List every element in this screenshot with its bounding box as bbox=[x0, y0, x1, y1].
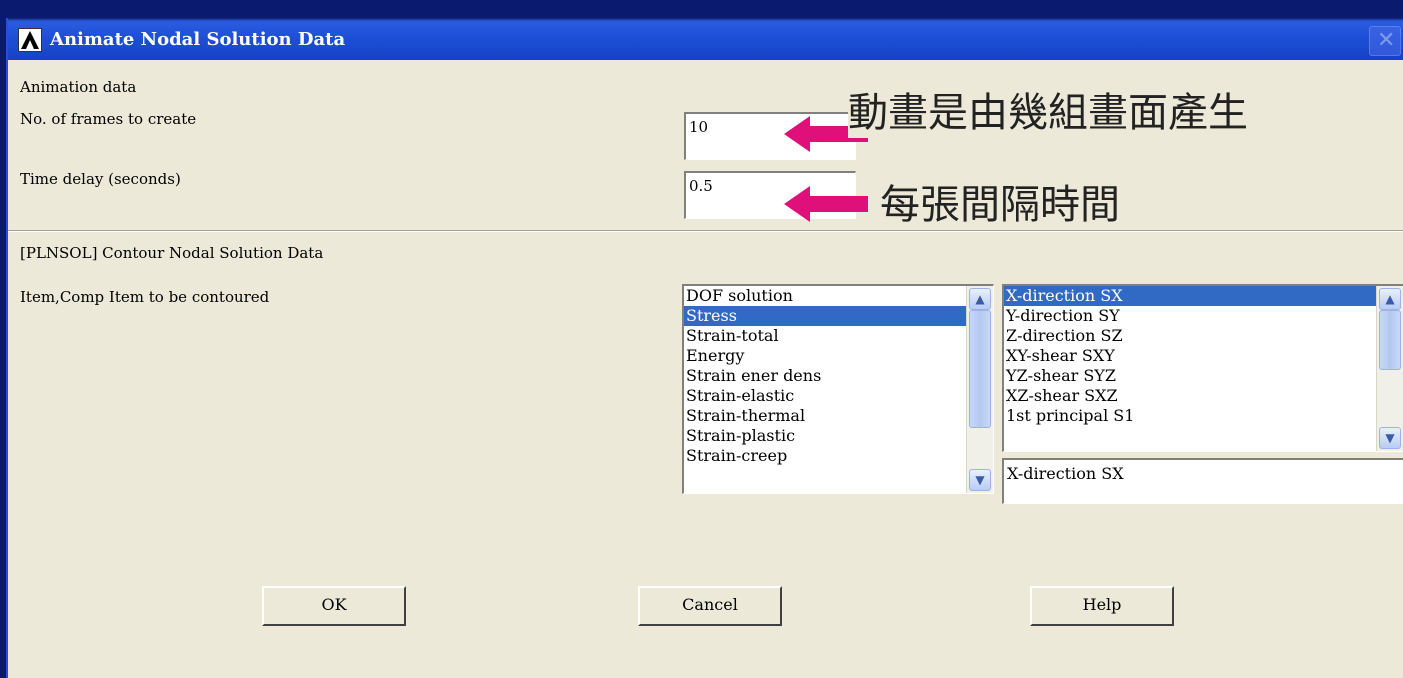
scroll-thumb[interactable] bbox=[969, 310, 991, 428]
component-listbox[interactable]: X-direction SX Y-direction SY Z-direction … bbox=[1002, 284, 1403, 452]
list-item[interactable]: X-direction SX bbox=[1004, 286, 1377, 306]
delay-arrow-icon bbox=[784, 186, 868, 222]
window-title: Animate Nodal Solution Data bbox=[50, 29, 346, 50]
list-item[interactable]: DOF solution bbox=[684, 286, 967, 306]
frames-label: No. of frames to create bbox=[20, 110, 197, 128]
title-bar[interactable]: Animate Nodal Solution Data ✕ bbox=[8, 18, 1403, 60]
ok-button[interactable]: OK bbox=[262, 586, 406, 626]
list-item[interactable]: XY-shear SXY bbox=[1004, 346, 1377, 366]
component-scrollbar[interactable]: ▲ ▼ bbox=[1376, 286, 1403, 451]
list-item[interactable]: Y-direction SY bbox=[1004, 306, 1377, 326]
list-item[interactable]: YZ-shear SYZ bbox=[1004, 366, 1377, 386]
list-item[interactable]: Strain-plastic bbox=[684, 426, 967, 446]
scroll-down-icon[interactable]: ▼ bbox=[969, 469, 991, 491]
delay-annotation: 每張間隔時間 bbox=[880, 182, 1120, 228]
list-item[interactable]: Strain-elastic bbox=[684, 386, 967, 406]
item-label: Item,Comp Item to be contoured bbox=[20, 288, 270, 306]
help-button[interactable]: Help bbox=[1030, 586, 1174, 626]
scroll-up-icon[interactable]: ▲ bbox=[969, 288, 991, 310]
list-item[interactable]: 1st principal S1 bbox=[1004, 406, 1377, 426]
delay-label: Time delay (seconds) bbox=[20, 170, 181, 188]
section-divider bbox=[8, 230, 1403, 232]
list-item[interactable]: Strain-thermal bbox=[684, 406, 967, 426]
list-item[interactable]: Strain-creep bbox=[684, 446, 967, 466]
close-icon: ✕ bbox=[1377, 28, 1396, 53]
close-button[interactable]: ✕ bbox=[1369, 26, 1401, 56]
scroll-down-icon[interactable]: ▼ bbox=[1379, 427, 1401, 449]
dialog-window: Animate Nodal Solution Data ✕ Animation … bbox=[6, 18, 1403, 678]
component-selection-field[interactable]: X-direction SX bbox=[1002, 458, 1403, 504]
list-item[interactable]: Z-direction SZ bbox=[1004, 326, 1377, 346]
list-item[interactable]: Stress bbox=[684, 306, 967, 326]
ansys-logo-icon bbox=[18, 28, 42, 52]
cancel-button[interactable]: Cancel bbox=[638, 586, 782, 626]
item-scrollbar[interactable]: ▲ ▼ bbox=[966, 286, 993, 493]
scroll-thumb[interactable] bbox=[1379, 310, 1401, 370]
frames-annotation: 動畫是由幾組畫面產生 bbox=[848, 88, 1248, 138]
item-listbox[interactable]: DOF solution Stress Strain-total Energy Stra… bbox=[682, 284, 994, 494]
list-item[interactable]: XZ-shear SXZ bbox=[1004, 386, 1377, 406]
animation-section-header: Animation data bbox=[20, 78, 137, 96]
scroll-up-icon[interactable]: ▲ bbox=[1379, 288, 1401, 310]
contour-section-header: [PLNSOL] Contour Nodal Solution Data bbox=[20, 244, 324, 262]
list-item[interactable]: Strain ener dens bbox=[684, 366, 967, 386]
list-item[interactable]: Energy bbox=[684, 346, 967, 366]
list-item[interactable]: Strain-total bbox=[684, 326, 967, 346]
